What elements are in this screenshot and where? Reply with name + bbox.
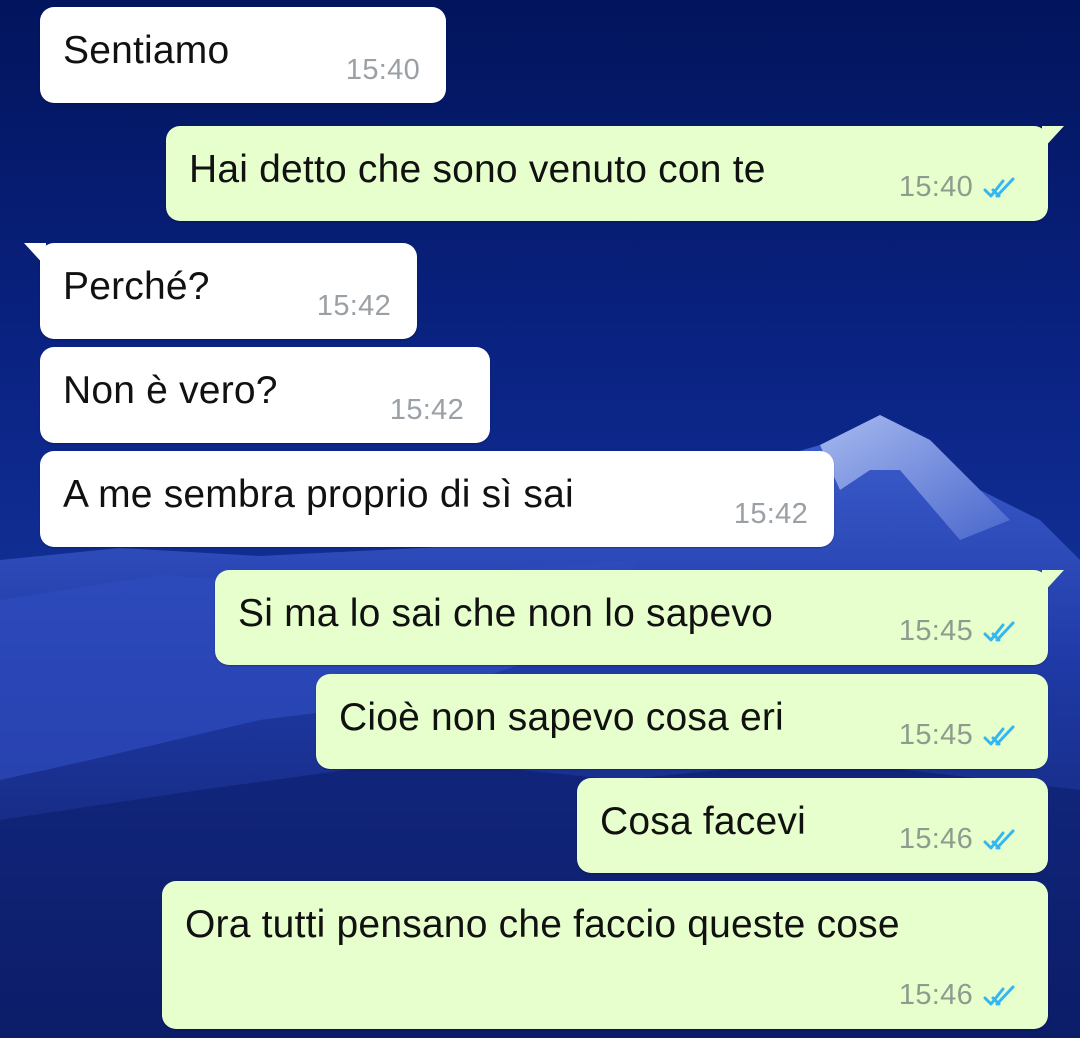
message-time: 15:45 [898, 719, 973, 751]
double-check-read-icon [983, 829, 1015, 849]
message-time: 15:42 [389, 394, 464, 426]
double-check-read-icon [983, 725, 1015, 745]
message-text: Hai detto che sono venuto con te [189, 148, 766, 191]
message-text: Non è vero? [63, 369, 278, 412]
message-meta: 15:40 [899, 171, 1023, 204]
message-time: 15:46 [898, 979, 973, 1011]
message-bubble-outgoing[interactable]: Si ma lo sai che non lo sapevo 15:45 [215, 570, 1064, 665]
double-check-read-icon [983, 177, 1015, 197]
message-bubble-outgoing[interactable]: Cioè non sapevo cosa eri 15:45 [316, 674, 1048, 769]
message-text: Cioè non sapevo cosa eri [339, 696, 784, 739]
message-text: Si ma lo sai che non lo sapevo [238, 592, 773, 635]
message-meta: 15:42 [734, 498, 808, 531]
message-bubble-outgoing[interactable]: Cosa facevi 15:46 [577, 778, 1048, 873]
message-text: A me sembra proprio di sì sai [63, 473, 574, 516]
message-meta: 15:42 [317, 290, 391, 323]
bubble-tail [1042, 570, 1064, 594]
message-bubble-incoming[interactable]: Sentiamo 15:40 [40, 7, 446, 103]
message-bubble-incoming[interactable]: Non è vero? 15:42 [40, 347, 490, 443]
bubble-tail [24, 243, 46, 267]
message-meta: 15:42 [390, 394, 464, 427]
message-text: Cosa facevi [600, 800, 806, 843]
message-time: 15:46 [898, 823, 973, 855]
message-time: 15:45 [898, 615, 973, 647]
double-check-read-icon [983, 621, 1015, 641]
bubble-tail [1042, 126, 1064, 150]
message-meta: 15:46 [899, 823, 1023, 856]
message-bubble-outgoing[interactable]: Ora tutti pensano che faccio queste cose… [162, 881, 1048, 1029]
message-meta: 15:40 [346, 54, 420, 87]
message-time: 15:42 [316, 290, 391, 322]
message-bubble-outgoing[interactable]: Hai detto che sono venuto con te 15:40 [166, 126, 1064, 221]
double-check-read-icon [983, 985, 1015, 1005]
message-bubble-incoming[interactable]: Perché? 15:42 [24, 243, 417, 339]
message-text: Sentiamo [63, 29, 230, 72]
chat-conversation: Sentiamo 15:40 Hai detto che sono venuto… [0, 0, 1080, 1038]
message-text: Perché? [63, 265, 210, 308]
message-bubble-incoming[interactable]: A me sembra proprio di sì sai 15:42 [40, 451, 834, 547]
message-meta: 15:45 [899, 615, 1023, 648]
message-meta: 15:45 [899, 719, 1023, 752]
message-meta: 15:46 [899, 979, 1023, 1012]
message-time: 15:40 [898, 171, 973, 203]
message-time: 15:40 [345, 54, 420, 86]
message-time: 15:42 [733, 498, 808, 530]
message-text: Ora tutti pensano che faccio queste cose [185, 903, 900, 946]
